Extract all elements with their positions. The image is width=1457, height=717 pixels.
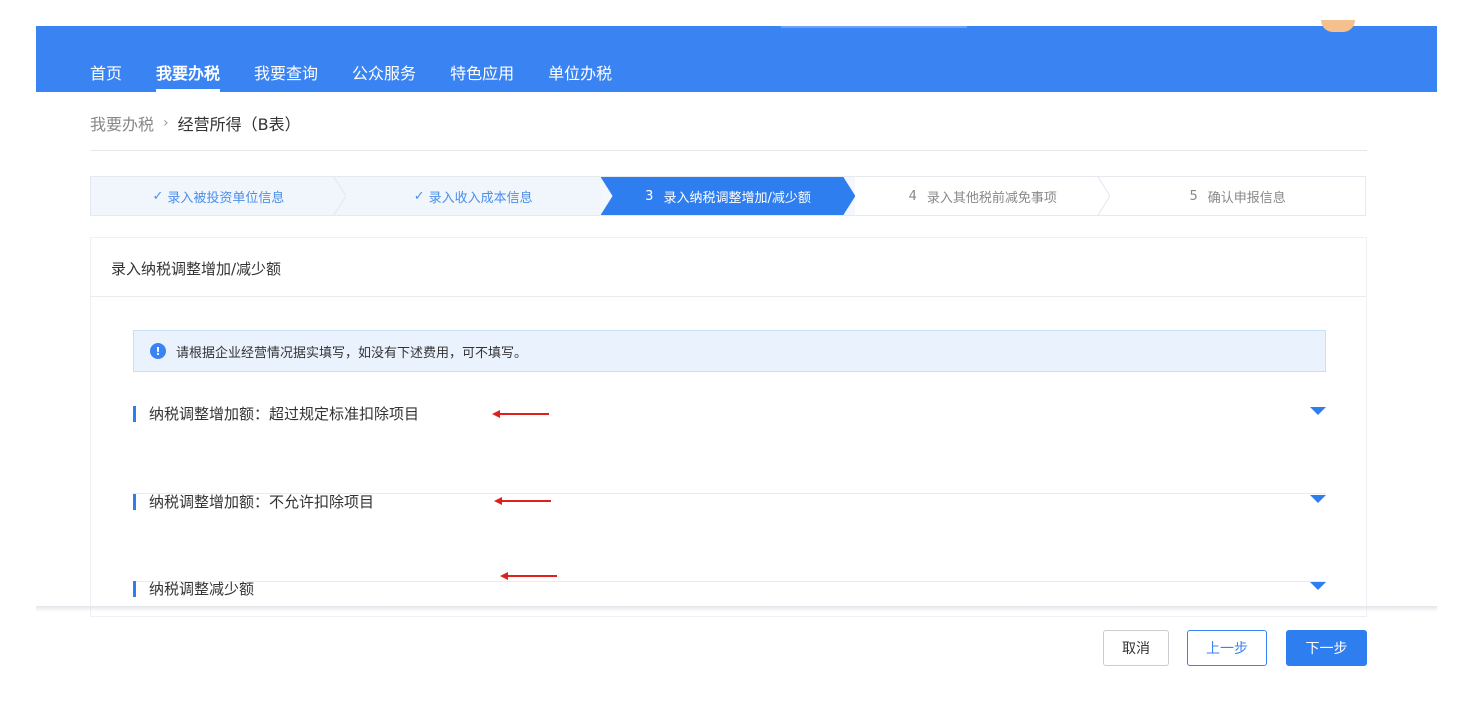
step-5: 5 确认申报信息 [1110, 177, 1365, 215]
divider [91, 296, 1366, 297]
step-label: 录入收入成本信息 [428, 190, 533, 206]
section-marker [133, 581, 136, 597]
step-chevron-icon [333, 177, 347, 215]
step-3-current[interactable]: 3 录入纳税调整增加/减少额 [601, 177, 856, 215]
nav-item-tax-handling[interactable]: 我要办税 [156, 60, 221, 92]
annotation-arrow-icon [494, 497, 551, 505]
step-4: 4 录入其他税前减免事项 [855, 177, 1111, 215]
section-label: 纳税调整增加额：不允许扣除项目 [149, 493, 375, 511]
breadcrumb-current: 经营所得（B表） [177, 115, 301, 134]
main-nav: 首页 我要办税 我要查询 公众服务 特色应用 单位办税 [90, 60, 646, 92]
previous-step-button[interactable]: 上一步 [1187, 630, 1267, 666]
step-label: 确认申报信息 [1207, 190, 1286, 206]
section-label: 纳税调整增加额：超过规定标准扣除项目 [149, 405, 420, 423]
chevron-down-icon[interactable] [1310, 582, 1326, 590]
check-icon: ✓ [152, 188, 164, 204]
notice-text: 请根据企业经营情况据实填写，如没有下述费用，可不填写。 [176, 345, 528, 361]
check-icon: ✓ [413, 188, 425, 204]
step-number: 4 [908, 188, 917, 204]
nav-item-featured-apps[interactable]: 特色应用 [450, 60, 514, 92]
step-number: 5 [1189, 188, 1198, 204]
annotation-arrow-icon [492, 410, 549, 418]
avatar[interactable] [1321, 20, 1355, 32]
nav-item-unit-tax[interactable]: 单位办税 [548, 60, 612, 92]
next-step-button[interactable]: 下一步 [1286, 630, 1367, 666]
form-panel: 录入纳税调整增加/减少额 ! 请根据企业经营情况据实填写，如没有下述费用，可不填… [90, 237, 1367, 617]
step-label: 录入被投资单位信息 [167, 190, 285, 206]
breadcrumb: 我要办税 › 经营所得（B表） [90, 111, 301, 135]
top-navigation-bar: 首页 我要办税 我要查询 公众服务 特色应用 单位办税 [36, 20, 1437, 92]
search-box-edge[interactable] [781, 26, 967, 28]
cancel-button[interactable]: 取消 [1103, 630, 1169, 666]
step-label: 录入其他税前减免事项 [926, 190, 1057, 206]
info-notice: ! 请根据企业经营情况据实填写，如没有下述费用，可不填写。 [133, 330, 1326, 372]
section-increase-over-standard[interactable]: 纳税调整增加额：超过规定标准扣除项目 [133, 405, 1326, 494]
step-1[interactable]: ✓ 录入被投资单位信息 [91, 177, 347, 215]
section-marker [133, 406, 136, 422]
chevron-down-icon[interactable] [1310, 495, 1326, 503]
panel-title: 录入纳税调整增加/减少额 [111, 260, 282, 278]
section-marker [133, 494, 136, 510]
step-indicator: ✓ 录入被投资单位信息 ✓ 录入收入成本信息 3 录入纳税调整增加/减少额 4 … [90, 176, 1366, 216]
divider [90, 150, 1367, 151]
breadcrumb-root[interactable]: 我要办税 [90, 111, 154, 135]
section-increase-not-allowed[interactable]: 纳税调整增加额：不允许扣除项目 [133, 493, 1326, 582]
step-2[interactable]: ✓ 录入收入成本信息 [345, 177, 601, 215]
nav-item-public-service[interactable]: 公众服务 [352, 60, 416, 92]
nav-item-query[interactable]: 我要查询 [254, 60, 318, 92]
step-chevron-icon [1097, 177, 1111, 215]
info-icon: ! [150, 343, 166, 359]
section-label: 纳税调整减少额 [149, 580, 255, 598]
footer-shadow [36, 606, 1437, 612]
nav-item-home[interactable]: 首页 [90, 60, 122, 92]
section-decrease[interactable]: 纳税调整减少额 [133, 572, 1326, 621]
annotation-arrow-icon [500, 572, 557, 580]
chevron-down-icon[interactable] [1310, 407, 1326, 415]
step-label: 录入纳税调整增加/减少额 [663, 190, 811, 206]
step-number: 3 [645, 188, 654, 204]
breadcrumb-separator-icon: › [163, 115, 169, 131]
